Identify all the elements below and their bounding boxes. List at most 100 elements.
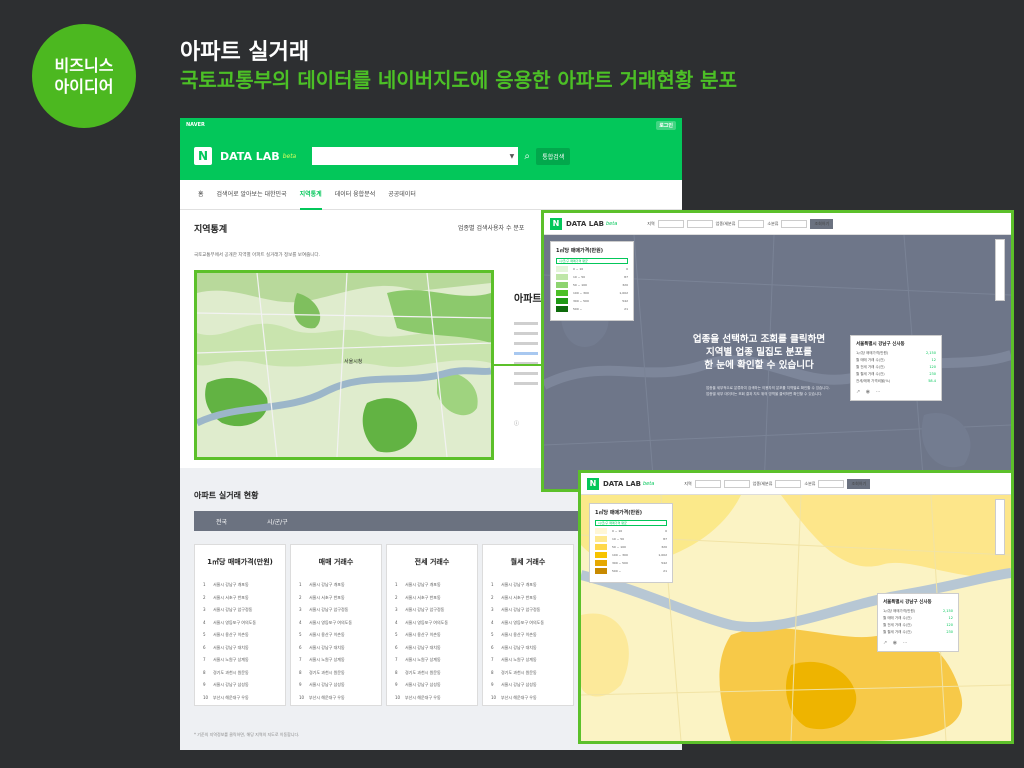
rank-region: 서울시 서초구 반포동 bbox=[309, 594, 345, 600]
search-icon[interactable]: ⌕ bbox=[518, 147, 536, 165]
share-icon[interactable]: ↗ ◉ ⋯ bbox=[883, 640, 953, 646]
side-text-line bbox=[514, 372, 538, 375]
naver-logo-icon[interactable]: N bbox=[194, 147, 212, 165]
ranking-row[interactable]: 10 부산시 해운대구 우동 bbox=[195, 692, 285, 705]
ranking-row[interactable]: 2 서울시 서초구 반포동 bbox=[291, 592, 381, 605]
ranking-row[interactable]: 3 서울시 강남구 압구정동 bbox=[387, 604, 477, 617]
ranking-row[interactable]: 5 서울시 용산구 이촌동 bbox=[483, 629, 573, 642]
ranking-row[interactable]: 3 서울시 강남구 압구정동 bbox=[195, 604, 285, 617]
yellow-map-area[interactable]: 1㎡당 매매가격(만원) 시/군/구 매매가격 평균 0 ~ 10 0 10 ~ 5… bbox=[581, 495, 1011, 741]
filter-sub-select[interactable] bbox=[818, 479, 845, 488]
zoom-control[interactable] bbox=[995, 239, 1005, 301]
naver-logo-icon[interactable]: N bbox=[550, 217, 562, 230]
ranking-row[interactable]: 7 서울시 노원구 상계동 bbox=[387, 654, 477, 667]
legend-swatch bbox=[595, 567, 607, 574]
ranking-row[interactable]: 2 서울시 서초구 반포동 bbox=[195, 592, 285, 605]
ranking-row[interactable]: 6 서울시 강남구 대치동 bbox=[291, 642, 381, 655]
ranking-row[interactable]: 2 서울시 서초구 반포동 bbox=[387, 592, 477, 605]
ranking-row[interactable]: 9 서울시 강남구 삼성동 bbox=[483, 679, 573, 692]
filter-region-select[interactable] bbox=[694, 479, 721, 488]
ranking-row[interactable]: 8 경기도 과천시 원문동 bbox=[483, 667, 573, 680]
share-icon[interactable]: ↗ ◉ ⋯ bbox=[856, 389, 936, 395]
filter-region-select[interactable] bbox=[657, 219, 684, 228]
ranking-row[interactable]: 6 서울시 강남구 대치동 bbox=[195, 642, 285, 655]
filter-industry-select[interactable] bbox=[738, 219, 765, 228]
ranking-row[interactable]: 4 서울시 영등포구 여의도동 bbox=[291, 617, 381, 630]
map-filters: 지역 업종/세분류 소분류 조회하기 bbox=[684, 478, 873, 489]
ranking-row[interactable]: 10 부산시 해운대구 우동 bbox=[483, 692, 573, 705]
rank-region: 서울시 강남구 삼성동 bbox=[405, 682, 441, 687]
chevron-down-icon[interactable]: ▼ bbox=[510, 153, 515, 160]
ranking-row[interactable]: 4 서울시 영등포구 여의도동 bbox=[483, 617, 573, 630]
ranking-row[interactable]: 8 경기도 과천시 원문동 bbox=[291, 667, 381, 680]
filter-district-select[interactable] bbox=[723, 479, 750, 488]
nav-search-korea[interactable]: 검색어로 알아보는 대한민국 bbox=[217, 180, 287, 210]
gray-map-area[interactable]: 1㎡당 매매가격(만원) 시/군/구 매매가격 평균 0 ~ 10 0 10 ~ 5… bbox=[544, 235, 1011, 489]
filter-city-select[interactable]: 시/군/구 bbox=[267, 517, 288, 526]
zoom-control[interactable] bbox=[995, 499, 1005, 555]
nav-data-fusion[interactable]: 데이터 융합분석 bbox=[335, 180, 376, 210]
ranking-row[interactable]: 6 서울시 강남구 대치동 bbox=[387, 642, 477, 655]
ranking-row[interactable]: 10 부산시 해운대구 우동 bbox=[291, 692, 381, 705]
popup-row: 전세/매매 가격비율(%) 58.4 bbox=[856, 379, 936, 386]
ranking-row[interactable]: 7 서울시 노원구 상계동 bbox=[291, 654, 381, 667]
ranking-row[interactable]: 3 서울시 강남구 압구정동 bbox=[483, 604, 573, 617]
ranking-row[interactable]: 1 서울시 강남구 개포동 bbox=[195, 579, 285, 592]
ranking-row[interactable]: 7 서울시 노원구 상계동 bbox=[483, 654, 573, 667]
ranking-row[interactable]: 2 서울시 서초구 반포동 bbox=[483, 592, 573, 605]
rank-region: 서울시 강남구 대치동 bbox=[213, 644, 249, 650]
ranking-row[interactable]: 1 서울시 강남구 개포동 bbox=[387, 579, 477, 592]
filter-sub-select[interactable] bbox=[781, 219, 808, 228]
naver-logo-icon[interactable]: N bbox=[587, 477, 599, 490]
ranking-row[interactable]: 10 부산시 해운대구 우동 bbox=[387, 692, 477, 705]
rank-region: 부산시 해운대구 우동 bbox=[405, 694, 441, 700]
legend-select[interactable]: 시/군/구 매매가격 평균 bbox=[595, 520, 667, 526]
datalab-logo-text[interactable]: DATA LAB bbox=[566, 220, 604, 228]
seoul-green-map[interactable]: 서울시청 bbox=[194, 270, 494, 460]
integrated-search-button[interactable]: 통합검색 bbox=[536, 147, 571, 165]
search-input[interactable]: ▼ bbox=[312, 147, 519, 165]
ranking-row[interactable]: 5 서울시 용산구 이촌동 bbox=[387, 629, 477, 642]
login-button[interactable]: 로그인 bbox=[656, 120, 676, 130]
rank-number: 6 bbox=[491, 644, 494, 650]
business-idea-badge: 비즈니스 아이디어 bbox=[32, 24, 136, 128]
region-tab-industry-users[interactable]: 업종별 검색사용자 수 분포 bbox=[458, 223, 524, 232]
ranking-row[interactable]: 3 서울시 강남구 압구정동 bbox=[291, 604, 381, 617]
rank-number: 1 bbox=[299, 582, 302, 587]
ranking-row[interactable]: 9 서울시 강남구 삼성동 bbox=[195, 679, 285, 692]
rank-region: 서울시 서초구 반포동 bbox=[501, 594, 537, 600]
nav-home[interactable]: 홈 bbox=[198, 180, 204, 210]
datalab-logo-text[interactable]: DATA LAB bbox=[603, 480, 641, 488]
filter-district-select[interactable] bbox=[686, 219, 713, 228]
filter-country-select[interactable]: 전국 bbox=[216, 517, 227, 526]
info-icon[interactable]: ⓘ bbox=[514, 420, 519, 427]
legend-count: 21 bbox=[663, 568, 667, 573]
ranking-row[interactable]: 1 서울시 강남구 개포동 bbox=[483, 579, 573, 592]
rank-region: 서울시 영등포구 여의도동 bbox=[501, 619, 545, 625]
ranking-row[interactable]: 1 서울시 강남구 개포동 bbox=[291, 579, 381, 592]
datalab-logo-text[interactable]: DATA LAB bbox=[220, 150, 280, 163]
nav-public-data[interactable]: 공공데이터 bbox=[388, 180, 416, 210]
ranking-row[interactable]: 5 서울시 용산구 이촌동 bbox=[291, 629, 381, 642]
ranking-row[interactable]: 9 서울시 강남구 삼성동 bbox=[291, 679, 381, 692]
ranking-row[interactable]: 8 경기도 과천시 원문동 bbox=[387, 667, 477, 680]
naver-label[interactable]: NAVER bbox=[186, 122, 205, 128]
rank-number: 1 bbox=[203, 582, 206, 587]
legend-range: 500 ~ bbox=[612, 568, 622, 573]
query-button[interactable]: 조회하기 bbox=[810, 218, 834, 229]
connector-line bbox=[494, 364, 544, 366]
ranking-row[interactable]: 5 서울시 용산구 이촌동 bbox=[195, 629, 285, 642]
legend-swatch bbox=[556, 305, 568, 312]
ranking-row[interactable]: 6 서울시 강남구 대치동 bbox=[483, 642, 573, 655]
filter-industry-select[interactable] bbox=[775, 479, 802, 488]
rank-number: 3 bbox=[395, 607, 398, 612]
nav-region-stats[interactable]: 지역통계 bbox=[299, 180, 322, 210]
ranking-row[interactable]: 8 경기도 과천시 원문동 bbox=[195, 667, 285, 680]
ranking-row[interactable]: 9 서울시 강남구 삼성동 bbox=[387, 679, 477, 692]
ranking-row[interactable]: 4 서울시 영등포구 여의도동 bbox=[195, 617, 285, 630]
query-button[interactable]: 조회하기 bbox=[847, 478, 871, 489]
legend-select[interactable]: 시/군/구 매매가격 평균 bbox=[556, 258, 628, 264]
ranking-row[interactable]: 7 서울시 노원구 상계동 bbox=[195, 654, 285, 667]
ranking-row[interactable]: 4 서울시 영등포구 여의도동 bbox=[387, 617, 477, 630]
side-link-line[interactable] bbox=[514, 352, 538, 355]
